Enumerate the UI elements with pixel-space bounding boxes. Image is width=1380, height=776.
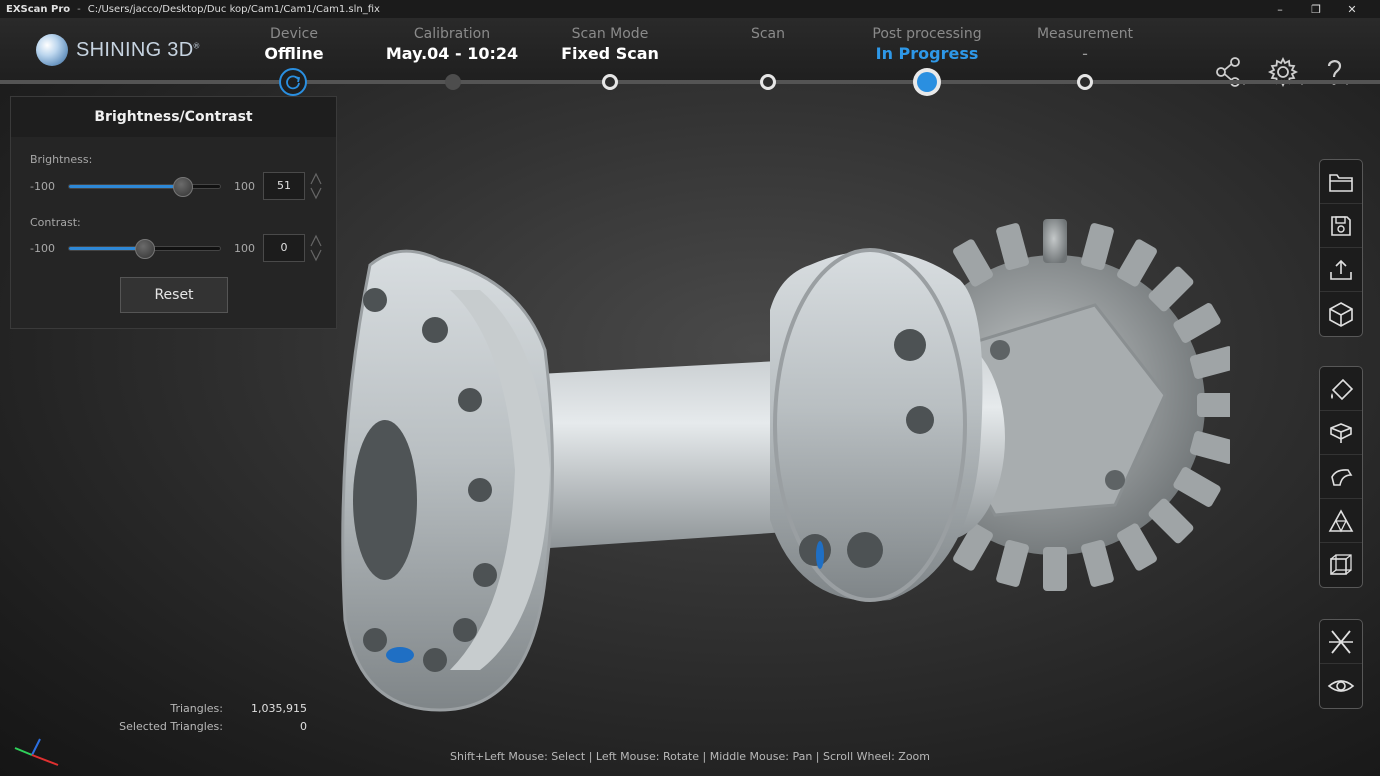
brightness-slider-fill <box>69 185 183 188</box>
brightness-min-label: -100 <box>30 180 55 193</box>
workflow-header: SHINING 3D® Device Offline Calibration M… <box>0 18 1380 88</box>
contrast-slider-fill <box>69 247 145 250</box>
title-bar: EXScan Pro - C:/Users/jacco/Desktop/Duc … <box>0 0 1380 18</box>
contrast-slider-track[interactable] <box>68 239 221 259</box>
triangles-count: 1,035,915 <box>251 702 307 715</box>
step-node-post-processing[interactable] <box>913 68 941 96</box>
model-cube-icon[interactable] <box>1320 292 1362 336</box>
smooth-icon[interactable] <box>1320 455 1362 499</box>
wireframe-cube-icon[interactable] <box>1320 543 1362 587</box>
brightness-label: Brightness: <box>30 153 93 166</box>
step-node-scan-mode[interactable] <box>602 74 618 90</box>
brightness-row: -100 100 51 <box>11 172 338 200</box>
logo-reg-mark: ® <box>193 40 200 50</box>
brightness-slider-track[interactable] <box>68 177 221 197</box>
step-node-calibration[interactable] <box>445 74 461 90</box>
contrast-row: -100 100 0 <box>11 234 338 262</box>
title-separator: - <box>77 3 81 15</box>
contrast-min-label: -100 <box>30 242 55 255</box>
step-scan-mode[interactable]: Scan Mode Fixed Scan <box>530 26 690 64</box>
selected-triangles-label: Selected Triangles: <box>119 720 223 733</box>
step-node-device[interactable] <box>279 68 307 96</box>
contrast-label: Contrast: <box>30 216 81 229</box>
brightness-contrast-panel: Brightness/Contrast Brightness: -100 100… <box>10 96 337 329</box>
step-value: - <box>1082 44 1088 63</box>
help-icon[interactable] <box>1320 54 1360 90</box>
step-calibration[interactable]: Calibration May.04 - 10:24 <box>372 26 532 64</box>
contrast-slider-thumb[interactable] <box>134 239 155 259</box>
step-label: Scan <box>750 26 786 42</box>
share-icon[interactable] <box>1213 54 1253 90</box>
mesh-simplify-icon[interactable] <box>1320 499 1362 543</box>
step-label: Measurement <box>1036 26 1134 42</box>
brightness-spinner-icon[interactable] <box>309 172 323 200</box>
contrast-spinner-icon[interactable] <box>309 234 323 262</box>
step-value: Offline <box>264 44 324 63</box>
step-value <box>688 44 848 64</box>
folder-open-icon[interactable] <box>1320 160 1362 204</box>
brand-logo: SHINING 3D® <box>36 34 200 66</box>
minimize-button[interactable]: – <box>1262 0 1298 18</box>
app-name: EXScan Pro <box>6 3 71 15</box>
step-post-processing[interactable]: Post processing In Progress <box>847 26 1007 64</box>
brightness-value-field[interactable]: 51 <box>263 172 305 200</box>
step-measurement[interactable]: Measurement - <box>1005 26 1165 64</box>
restore-button[interactable]: ❐ <box>1298 0 1334 18</box>
step-value: In Progress <box>875 44 979 63</box>
step-node-measurement[interactable] <box>1077 74 1093 90</box>
step-label: Device <box>270 26 318 42</box>
close-button[interactable]: ✕ <box>1334 0 1370 18</box>
step-scan[interactable]: Scan <box>688 26 848 64</box>
step-device[interactable]: Device Offline <box>214 26 374 64</box>
step-value: May.04 - 10:24 <box>385 44 519 63</box>
view-eye-icon[interactable] <box>1320 664 1362 708</box>
reset-button[interactable]: Reset <box>120 277 228 313</box>
scanned-mesh-model <box>341 219 1241 712</box>
mouse-controls-hint: Shift+Left Mouse: Select | Left Mouse: R… <box>449 750 930 763</box>
settings-icon[interactable] <box>1267 54 1307 90</box>
view-toolbar <box>1319 619 1363 709</box>
step-value: Fixed Scan <box>561 44 659 63</box>
contrast-max-label: 100 <box>234 242 255 255</box>
save-icon[interactable] <box>1320 204 1362 248</box>
contrast-value-field[interactable]: 0 <box>263 234 305 262</box>
step-label: Calibration <box>413 26 491 42</box>
fill-holes-icon[interactable] <box>1320 367 1362 411</box>
logo-text: SHINING 3D <box>76 38 194 61</box>
panel-title: Brightness/Contrast <box>11 97 336 137</box>
file-toolbar <box>1319 159 1363 337</box>
step-label: Post processing <box>872 26 982 42</box>
cube-edit-icon[interactable] <box>1320 411 1362 455</box>
edit-toolbar <box>1319 366 1363 588</box>
step-node-scan[interactable] <box>760 74 776 90</box>
triangles-label: Triangles: <box>170 702 223 715</box>
logo-sphere-icon <box>36 34 68 66</box>
brightness-slider-thumb[interactable] <box>173 177 193 197</box>
step-label: Scan Mode <box>571 26 649 42</box>
export-icon[interactable] <box>1320 248 1362 292</box>
refresh-icon <box>286 75 301 90</box>
file-path: C:/Users/jacco/Desktop/Duc kop/Cam1/Cam1… <box>87 3 380 15</box>
selected-triangles-count: 0 <box>300 720 307 733</box>
3d-viewport[interactable] <box>330 190 1241 730</box>
mirror-icon[interactable] <box>1320 620 1362 664</box>
brightness-max-label: 100 <box>234 180 255 193</box>
workflow-progress-line <box>0 80 1380 84</box>
